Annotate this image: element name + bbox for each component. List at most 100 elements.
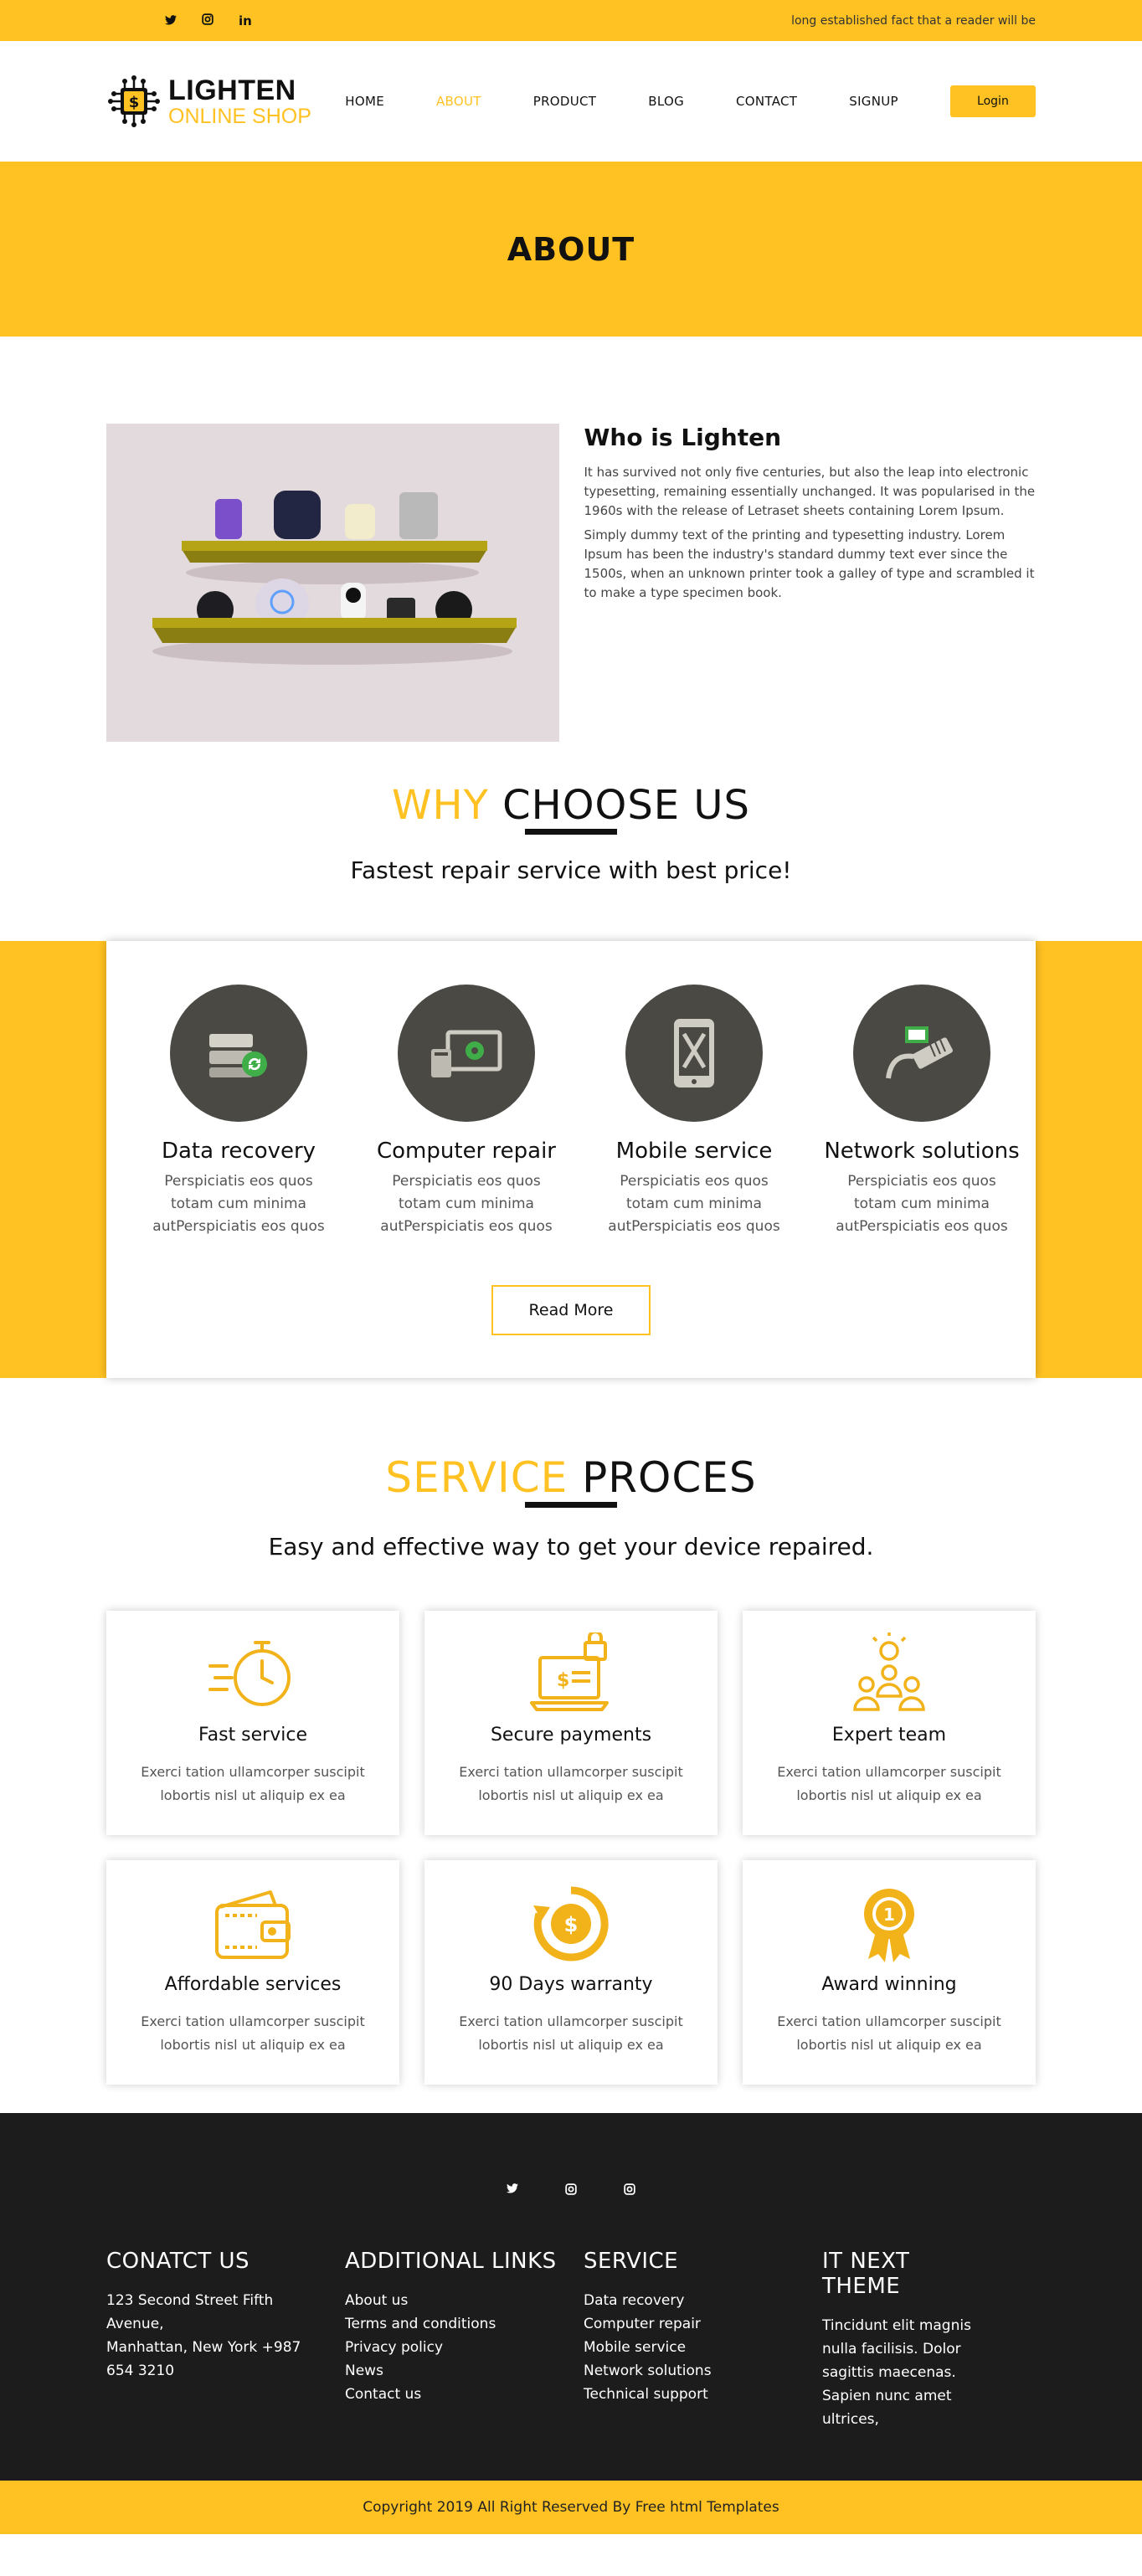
footer-heading: IT NEXT THEME (822, 2249, 910, 2299)
footer-contact-line: 123 Second Street Fifth (106, 2292, 274, 2309)
computer-icon (398, 985, 535, 1122)
footer-theme-line: Tincidunt elit magnis (822, 2317, 971, 2334)
service-desc: Perspiciatis eos quos totam cum minima a… (152, 1173, 325, 1235)
process-desc: Exerci tation ullamcorper suscipit lobor… (459, 1764, 683, 1803)
copyright-bar: Copyright 2019 All Right Reserved By Fre… (0, 2481, 1142, 2534)
warranty-icon: $ (525, 1882, 617, 1966)
process-title: Fast service (198, 1725, 307, 1746)
service-title: Computer repair (377, 1139, 556, 1164)
login-button[interactable]: Login (949, 85, 1036, 117)
nav-blog[interactable]: BLOG (648, 94, 684, 109)
about-paragraph-1: It has survived not only five centuries,… (584, 465, 1036, 518)
site-footer: CONATCT US 123 Second Street Fifth Avenu… (0, 2113, 1142, 2481)
about-section: Who is Lighten It has survived not only … (0, 337, 1142, 765)
process-title: Affordable services (164, 1974, 342, 1995)
top-bar: in long established fact that a reader w… (0, 0, 1142, 41)
process-card[interactable]: Affordable services Exerci tation ullamc… (106, 1860, 399, 2085)
read-more-button[interactable]: Read More (491, 1285, 651, 1335)
footer-theme-line: Sapien nunc amet (822, 2388, 952, 2404)
service-process-section: SERVICE PROCES Easy and effective way to… (0, 1378, 1142, 2113)
instagram-icon[interactable] (202, 13, 213, 28)
process-card[interactable]: Fast service Exerci tation ullamcorper s… (106, 1611, 399, 1835)
process-desc: Exerci tation ullamcorper suscipit lobor… (777, 2013, 1001, 2053)
service-title: Mobile service (615, 1139, 773, 1164)
services-card: Data recovery Perspiciatis eos quos tota… (106, 941, 1036, 1378)
why-choose-subtitle: Fastest repair service with best price! (350, 856, 792, 884)
process-card[interactable]: Expert team Exerci tation ullamcorper su… (743, 1611, 1036, 1835)
why-choose-section: WHY CHOOSE US Fastest repair service wit… (0, 765, 1142, 941)
footer-theme-line: sagittis maecenas. (822, 2364, 956, 2381)
service-desc: Perspiciatis eos quos totam cum minima a… (380, 1173, 553, 1235)
site-header: $ LIGHTEN ONLINE SHOP HOME ABOUT PRODUCT… (0, 41, 1142, 162)
twitter-icon[interactable] (507, 2183, 518, 2198)
footer-service-link[interactable]: Technical support (584, 2383, 822, 2406)
site-logo[interactable]: $ LIGHTEN ONLINE SHOP (106, 74, 320, 129)
process-card[interactable]: $ Secure payments Exerci tation ullamcor… (424, 1611, 718, 1835)
page-banner: ABOUT (0, 162, 1142, 337)
team-icon (843, 1632, 935, 1716)
footer-theme-line: nulla facilisis. Dolor (822, 2341, 961, 2357)
page-title: ABOUT (507, 230, 635, 268)
secure-payment-icon: $ (525, 1630, 617, 1716)
footer-heading: SERVICE (584, 2249, 679, 2274)
server-icon (170, 985, 307, 1122)
service-process-subtitle: Easy and effective way to get your devic… (268, 1533, 874, 1561)
footer-link-privacy[interactable]: Privacy policy (345, 2336, 584, 2359)
network-icon (853, 985, 990, 1122)
footer-contact-line: Manhattan, New York +987 (106, 2339, 301, 2356)
service-item[interactable]: Mobile service Perspiciatis eos quos tot… (580, 985, 808, 1238)
footer-theme-line: ultrices, (822, 2411, 879, 2428)
instagram-icon[interactable] (624, 2183, 635, 2198)
process-title: 90 Days warranty (489, 1974, 653, 1995)
footer-service-link[interactable]: Data recovery (584, 2289, 822, 2312)
process-desc: Exerci tation ullamcorper suscipit lobor… (459, 2013, 683, 2053)
title-underline (525, 829, 617, 835)
service-process-title: SERVICE PROCES (385, 1453, 757, 1502)
footer-service-link[interactable]: Mobile service (584, 2336, 822, 2359)
logo-tagline: ONLINE SHOP (168, 104, 311, 128)
title-underline (525, 1502, 617, 1508)
chip-logo-icon: $ (106, 74, 162, 129)
footer-heading: ADDITIONAL LINKS (345, 2249, 557, 2274)
footer-service-link[interactable]: Network solutions (584, 2359, 822, 2383)
service-item[interactable]: Network solutions Perspiciatis eos quos … (808, 985, 1036, 1238)
why-choose-title: WHY CHOOSE US (392, 782, 750, 829)
footer-theme: IT NEXT THEME Tincidunt elit magnis null… (822, 2249, 990, 2431)
svg-text:$: $ (564, 1913, 579, 1936)
service-title: Data recovery (161, 1139, 316, 1164)
svg-text:$: $ (129, 94, 140, 111)
linkedin-icon[interactable]: in (239, 13, 252, 28)
twitter-icon[interactable] (165, 13, 177, 28)
mobile-icon (625, 985, 763, 1122)
nav-signup[interactable]: SIGNUP (849, 94, 898, 109)
instagram-icon[interactable] (565, 2183, 577, 2198)
footer-contact-line: Avenue, (106, 2316, 164, 2332)
service-desc: Perspiciatis eos quos totam cum minima a… (608, 1173, 780, 1235)
footer-link-news[interactable]: News (345, 2359, 584, 2383)
about-paragraph-2: Simply dummy text of the printing and ty… (584, 527, 1035, 600)
process-card[interactable]: 1 Award winning Exerci tation ullamcorpe… (743, 1860, 1036, 2085)
footer-contact: CONATCT US 123 Second Street Fifth Avenu… (106, 2249, 345, 2431)
nav-home[interactable]: HOME (345, 94, 384, 109)
nav-contact[interactable]: CONTACT (736, 94, 797, 109)
process-card[interactable]: $ 90 Days warranty Exerci tation ullamco… (424, 1860, 718, 2085)
svg-text:1: 1 (883, 1905, 895, 1925)
footer-link-about[interactable]: About us (345, 2289, 584, 2312)
footer-link-terms[interactable]: Terms and conditions (345, 2312, 584, 2336)
footer-contact-line: 654 3210 (106, 2363, 175, 2379)
service-item[interactable]: Data recovery Perspiciatis eos quos tota… (125, 985, 352, 1238)
services-band: Data recovery Perspiciatis eos quos tota… (0, 941, 1142, 1378)
footer-link-contact[interactable]: Contact us (345, 2383, 584, 2406)
smart-devices-image (106, 424, 559, 742)
process-title: Secure payments (490, 1725, 652, 1746)
service-title: Network solutions (824, 1139, 1020, 1164)
nav-about[interactable]: ABOUT (436, 94, 481, 109)
service-item[interactable]: Computer repair Perspiciatis eos quos to… (352, 985, 580, 1238)
footer-service-link[interactable]: Computer repair (584, 2312, 822, 2336)
process-title: Award winning (821, 1974, 957, 1995)
nav-product[interactable]: PRODUCT (533, 94, 597, 109)
wallet-icon (207, 1882, 299, 1966)
about-heading: Who is Lighten (584, 424, 782, 451)
service-desc: Perspiciatis eos quos totam cum minima a… (836, 1173, 1008, 1235)
footer-service: SERVICE Data recovery Computer repair Mo… (584, 2249, 822, 2431)
